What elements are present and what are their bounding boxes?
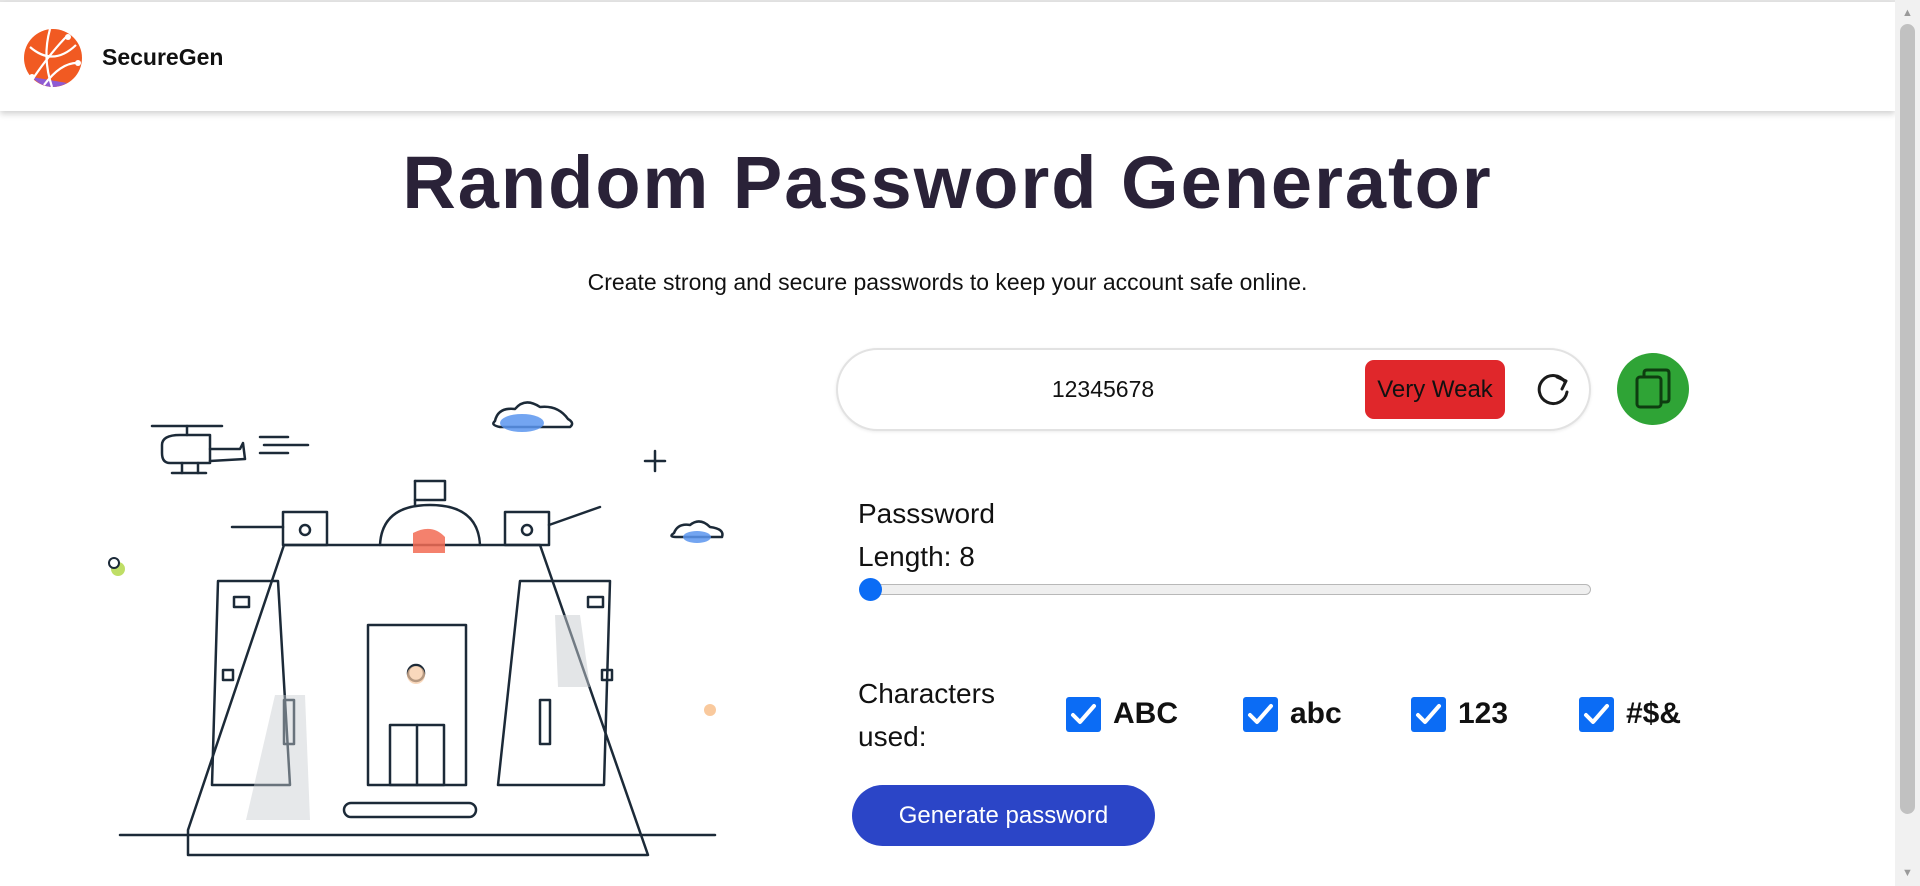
scroll-up-arrow-icon[interactable]: ▲ xyxy=(1895,4,1920,22)
castle-illustration xyxy=(108,401,724,857)
page-title: Random Password Generator xyxy=(402,141,1493,224)
vertical-scrollbar[interactable]: ▲ ▼ xyxy=(1895,0,1920,886)
password-display-box: 12345678 Very Weak xyxy=(836,348,1591,431)
option-uppercase[interactable]: ABC xyxy=(1066,695,1178,733)
checkmark-icon xyxy=(1071,703,1096,724)
password-value[interactable]: 12345678 xyxy=(838,350,1368,429)
globe-network-logo-icon[interactable] xyxy=(22,27,84,89)
password-length-label: Passsword Length: 8 xyxy=(858,498,995,572)
lowercase-checkbox[interactable] xyxy=(1243,696,1278,732)
copy-button[interactable] xyxy=(1617,353,1689,425)
refresh-icon[interactable] xyxy=(1533,370,1573,410)
uppercase-checkbox[interactable] xyxy=(1066,696,1101,732)
strength-badge: Very Weak xyxy=(1365,360,1505,419)
site-header: SecureGen xyxy=(0,2,1895,111)
generate-password-button[interactable]: Generate password xyxy=(852,785,1155,846)
brand-name[interactable]: SecureGen xyxy=(102,44,223,71)
option-lowercase[interactable]: abc xyxy=(1243,695,1342,733)
symbols-label[interactable]: #$& xyxy=(1626,697,1681,731)
helicopter-icon xyxy=(150,424,310,475)
option-symbols[interactable]: #$& xyxy=(1579,695,1681,733)
numbers-checkbox[interactable] xyxy=(1411,696,1446,732)
symbols-checkbox[interactable] xyxy=(1579,696,1614,732)
length-slider-track[interactable] xyxy=(866,584,1591,595)
length-slider-handle[interactable] xyxy=(859,578,882,601)
copy-icon xyxy=(1635,368,1671,409)
checkmark-icon xyxy=(1248,703,1273,724)
checkmark-icon xyxy=(1416,703,1441,724)
checkmark-icon xyxy=(1584,703,1609,724)
page-subtitle: Create strong and secure passwords to ke… xyxy=(587,269,1308,295)
lowercase-label[interactable]: abc xyxy=(1290,697,1342,731)
scrollbar-thumb[interactable] xyxy=(1900,24,1915,814)
characters-used-label: Characters used: xyxy=(858,678,995,752)
option-numbers[interactable]: 123 xyxy=(1411,695,1508,733)
scroll-down-arrow-icon[interactable]: ▼ xyxy=(1895,864,1920,882)
uppercase-label[interactable]: ABC xyxy=(1113,697,1178,731)
numbers-label[interactable]: 123 xyxy=(1458,697,1508,731)
